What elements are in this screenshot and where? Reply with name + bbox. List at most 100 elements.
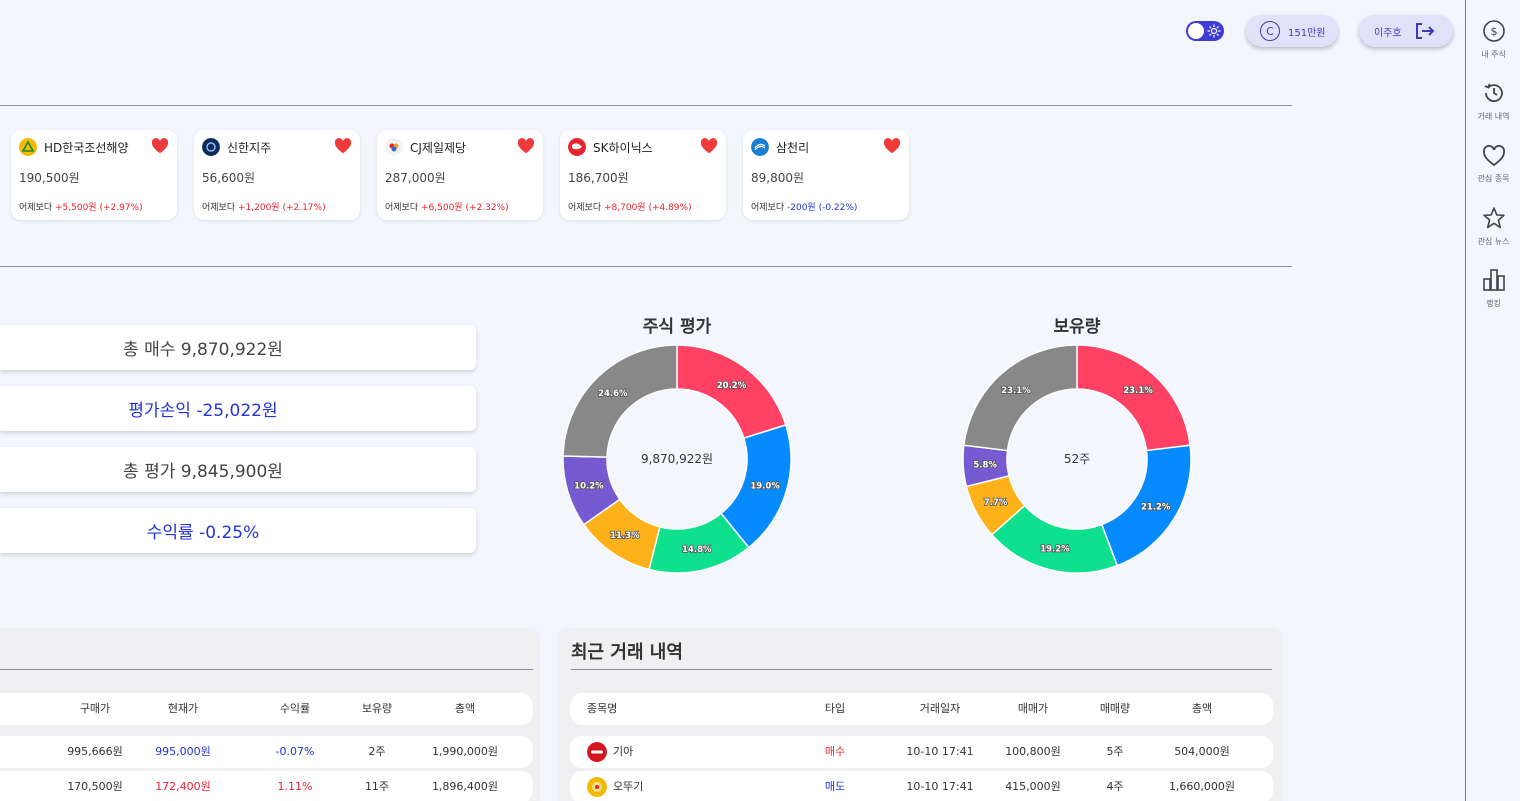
slice-label: 5.8%	[973, 461, 997, 471]
table-row[interactable]: 오뚜기 매도 10-10 17:41 415,000원 4주 1,660,000…	[570, 771, 1273, 801]
sidebar-label: 관심 뉴스	[1477, 237, 1510, 246]
table-row[interactable]: 170,500원 172,400원 1.11% 11주 1,896,400원	[0, 771, 533, 801]
current-price: 995,000원	[155, 745, 211, 758]
donut-slice	[562, 344, 678, 458]
stock-change: 어제보다 +5,500원 (+2.97%)	[19, 203, 143, 213]
favorite-card[interactable]: CJ제일제당 287,000원 어제보다 +6,500원 (+2.32%)	[377, 130, 543, 220]
donut-slice	[1076, 344, 1192, 452]
slice-label: 7.7%	[984, 498, 1008, 508]
slice-label: 23.1%	[1001, 386, 1031, 396]
table-row[interactable]: 995,666원 995,000원 -0.07% 2주 1,990,000원	[0, 736, 533, 768]
sun-icon	[1207, 24, 1221, 38]
trade-price: 100,800원	[1005, 745, 1061, 758]
stock-change: 어제보다 +1,200원 (+2.17%)	[202, 203, 326, 213]
trade-quantity: 4주	[1106, 780, 1124, 793]
sidebar: $ 내 주식 거래 내역 관심 종목 관심 뉴스 랭킹	[1465, 0, 1520, 801]
heart-icon[interactable]	[151, 138, 169, 154]
holdings-panel: 구매가 현재가 수익률 보유량 총액 995,666원 995,000원 -0.…	[0, 628, 540, 801]
slice-label: 14.8%	[682, 545, 712, 555]
stock-name: CJ제일제당	[410, 141, 467, 155]
slice-label: 21.2%	[1141, 503, 1171, 513]
toggle-knob	[1188, 23, 1204, 39]
user-name: 이주호	[1374, 27, 1402, 39]
eval-pnl-card: 평가손익 -25,022원	[0, 386, 476, 431]
favorite-card[interactable]: SK하이닉스 186,700원 어제보다 +8,700원 (+4.89%)	[560, 130, 726, 220]
sidebar-item-ranking[interactable]: 랭킹	[1466, 268, 1520, 309]
dollar-icon: $	[1482, 20, 1505, 42]
bar-chart-icon	[1482, 269, 1505, 291]
heart-icon[interactable]	[883, 138, 901, 154]
buy-price: 995,666원	[67, 745, 123, 758]
stock-price: 56,600원	[202, 171, 256, 185]
recent-trades-panel: 최근 거래 내역 종목명 타입 거래일자 매매가 매매량 총액 기아 매수 10…	[557, 628, 1283, 801]
stock-name: SK하이닉스	[593, 141, 653, 155]
favorite-card[interactable]: 신한지주 56,600원 어제보다 +1,200원 (+2.17%)	[194, 130, 360, 220]
column-header: 매매량	[1099, 702, 1131, 715]
stock-price: 89,800원	[751, 171, 805, 185]
trade-total: 504,000원	[1174, 745, 1230, 758]
return-rate-card: 수익률 -0.25%	[0, 508, 476, 553]
total-eval-card: 총 평가 9,845,900원	[0, 447, 476, 492]
trade-price: 415,000원	[1005, 780, 1061, 793]
user-logout-button[interactable]: 이주호	[1359, 15, 1453, 47]
slice-label: 10.2%	[574, 482, 604, 492]
chart-title: 주식 평가	[642, 317, 712, 337]
slice-label: 20.2%	[717, 381, 747, 391]
stock-price: 186,700원	[568, 171, 629, 185]
sidebar-item-my-stocks[interactable]: $ 내 주식	[1466, 19, 1520, 60]
sidebar-label: 랭킹	[1486, 299, 1501, 308]
sidebar-item-news[interactable]: 관심 뉴스	[1466, 206, 1520, 247]
column-header: 타입	[824, 702, 846, 715]
trade-type: 매도	[824, 780, 846, 793]
stock-change: 어제보다 -200원 (-0.22%)	[751, 203, 858, 213]
heart-icon[interactable]	[700, 138, 718, 154]
chart-center-label: 52주	[1063, 452, 1091, 466]
coin-icon: C	[1260, 21, 1280, 41]
current-price: 172,400원	[155, 780, 211, 793]
return-rate: -0.07%	[275, 745, 315, 758]
stock-logo-icon	[568, 138, 586, 156]
stock-logo-icon	[751, 138, 769, 156]
stock-name: 신한지주	[227, 141, 272, 155]
stock-name: 기아	[613, 745, 634, 758]
points-button[interactable]: C 151만원	[1246, 15, 1338, 47]
return-rate: 1.11%	[277, 780, 313, 793]
quantity: 11주	[364, 780, 390, 793]
divider	[0, 669, 533, 670]
stock-change: 어제보다 +8,700원 (+4.89%)	[568, 203, 692, 213]
column-header: 구매가	[79, 702, 111, 715]
slice-label: 24.6%	[598, 389, 628, 399]
total-buy-card: 총 매수 9,870,922원	[0, 325, 476, 370]
heart-icon[interactable]	[334, 138, 352, 154]
sidebar-label: 내 주식	[1481, 50, 1506, 59]
stock-name: 오뚜기	[613, 780, 644, 793]
sidebar-label: 관심 종목	[1477, 174, 1510, 183]
sidebar-item-history[interactable]: 거래 내역	[1466, 81, 1520, 122]
trade-type: 매수	[824, 745, 846, 758]
donut-slice	[962, 344, 1078, 452]
column-header: 총액	[454, 702, 476, 715]
total-amount: 1,990,000원	[431, 745, 499, 758]
divider	[0, 266, 1292, 267]
theme-toggle[interactable]	[1186, 21, 1224, 41]
stock-name: HD한국조선해양	[44, 141, 129, 155]
heart-outline-icon	[1482, 145, 1505, 167]
favorite-card[interactable]: 삼천리 89,800원 어제보다 -200원 (-0.22%)	[743, 130, 909, 220]
points-label: 151만원	[1288, 27, 1326, 39]
table-row[interactable]: 기아 매수 10-10 17:41 100,800원 5주 504,000원	[570, 736, 1273, 768]
quantity: 2주	[368, 745, 386, 758]
heart-icon[interactable]	[517, 138, 535, 154]
stock-logo-icon	[587, 777, 607, 797]
chart-title: 보유량	[1053, 317, 1101, 337]
stock-price: 190,500원	[19, 171, 80, 185]
sidebar-item-watchlist[interactable]: 관심 종목	[1466, 145, 1520, 184]
trade-date: 10-10 17:41	[906, 745, 974, 758]
stock-logo-icon	[385, 138, 403, 156]
favorite-card[interactable]: HD한국조선해양 190,500원 어제보다 +5,500원 (+2.97%)	[11, 130, 177, 220]
column-header: 종목명	[587, 702, 618, 715]
trade-quantity: 5주	[1106, 745, 1124, 758]
donut-slice	[676, 344, 787, 440]
column-header: 매매가	[1017, 702, 1049, 715]
trade-total: 1,660,000원	[1168, 780, 1236, 793]
history-icon	[1484, 83, 1503, 102]
